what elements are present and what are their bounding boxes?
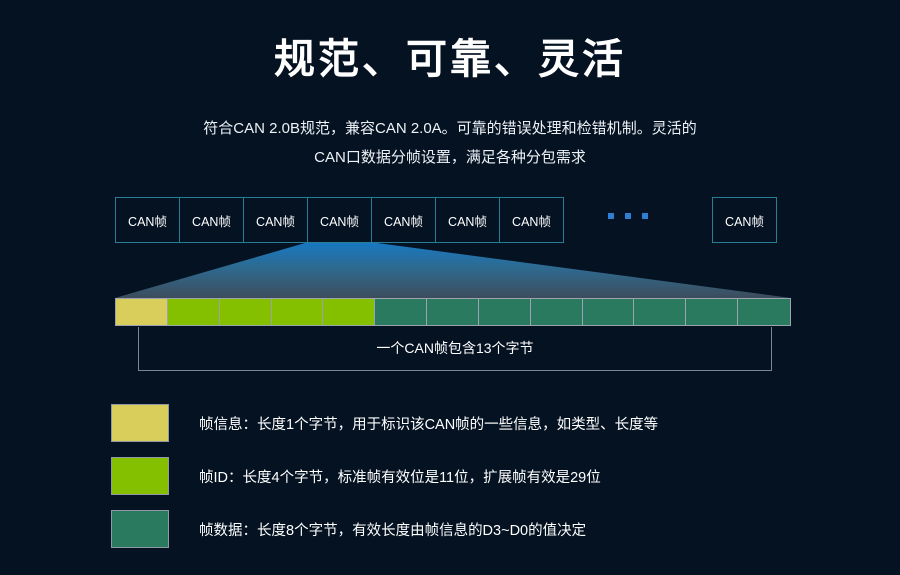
page-root: 规范、可靠、灵活 符合CAN 2.0B规范，兼容CAN 2.0A。可靠的错误处理…	[0, 0, 900, 575]
byte-segment-data	[427, 299, 479, 325]
can-frame-box: CAN帧	[307, 197, 372, 243]
legend-swatch-frame-id	[111, 457, 169, 495]
byte-segment-info	[116, 299, 168, 325]
ellipsis-dot-icon	[625, 213, 631, 219]
ellipsis-dot-icon	[642, 213, 648, 219]
page-subtitle-line-2: CAN口数据分帧设置，满足各种分包需求	[314, 149, 586, 166]
byte-segment-data	[478, 299, 531, 325]
page-subtitle-line-1: 符合CAN 2.0B规范，兼容CAN 2.0A。可靠的错误处理和检错机制。灵活的	[203, 120, 697, 137]
funnel-shape	[115, 243, 791, 298]
byte-segment-data	[375, 299, 428, 325]
byte-segment-id	[167, 299, 220, 325]
legend-row-frame-data: 帧数据：长度8个字节，有效长度由帧信息的D3~D0的值决定	[111, 509, 811, 549]
funnel-connector	[115, 243, 791, 298]
can-frame-box: CAN帧	[371, 197, 436, 243]
legend-label-frame-info: 帧信息：长度1个字节，用于标识该CAN帧的一些信息，如类型、长度等	[199, 416, 659, 433]
can-frame-box: CAN帧	[435, 197, 500, 243]
legend-row-frame-info: 帧信息：长度1个字节，用于标识该CAN帧的一些信息，如类型、长度等	[111, 403, 811, 443]
page-title: 规范、可靠、灵活	[274, 36, 626, 82]
byte-segment-id	[271, 299, 324, 325]
can-frame-box: CAN帧	[179, 197, 244, 243]
can-frame-row: CAN帧 CAN帧 CAN帧 CAN帧 CAN帧 CAN帧 CAN帧	[115, 197, 564, 243]
ellipsis-dot-icon	[608, 213, 614, 219]
can-frame-box: CAN帧	[499, 197, 564, 243]
byte-segment-data	[634, 299, 687, 325]
ellipsis-dots	[608, 213, 648, 219]
can-frame-box: CAN帧	[115, 197, 180, 243]
page-subtitle: 符合CAN 2.0B规范，兼容CAN 2.0A。可靠的错误处理和检错机制。灵活的…	[150, 114, 750, 172]
byte-segment-data	[738, 299, 790, 325]
byte-count-caption: 一个CAN帧包含13个字节	[376, 339, 534, 356]
legend-row-frame-id: 帧ID：长度4个字节，标准帧有效位是11位，扩展帧有效是29位	[111, 456, 811, 496]
byte-segment-data	[686, 299, 739, 325]
byte-segment-data	[530, 299, 583, 325]
can-frame-box: CAN帧	[243, 197, 308, 243]
byte-count-bracket: 一个CAN帧包含13个字节	[138, 327, 772, 371]
byte-segment-id	[323, 299, 376, 325]
legend: 帧信息：长度1个字节，用于标识该CAN帧的一些信息，如类型、长度等 帧ID：长度…	[111, 403, 811, 549]
byte-segment-id	[219, 299, 272, 325]
legend-label-frame-data: 帧数据：长度8个字节，有效长度由帧信息的D3~D0的值决定	[199, 522, 587, 539]
legend-swatch-frame-info	[111, 404, 169, 442]
legend-swatch-frame-data	[111, 510, 169, 548]
can-frame-byte-bar	[115, 298, 791, 326]
can-frame-box-last: CAN帧	[712, 197, 777, 243]
legend-label-frame-id: 帧ID：长度4个字节，标准帧有效位是11位，扩展帧有效是29位	[199, 469, 601, 486]
byte-segment-data	[582, 299, 635, 325]
